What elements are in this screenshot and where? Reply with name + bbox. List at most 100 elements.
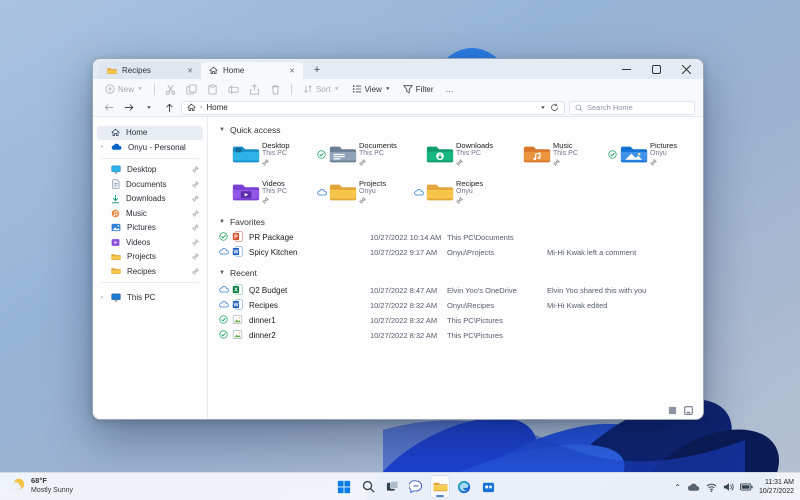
file-row-dinner2[interactable]: dinner2 10/27/2022 8:32 AM This PC\Pictu… [219,328,697,343]
folder-icon [111,253,121,260]
pin-icon [553,158,560,166]
battery-icon[interactable] [739,483,753,491]
file-row-spicy-kitchen[interactable]: W Spicy Kitchen 10/27/2022 9:17 AM Onyu\… [219,245,697,260]
sidebar-item-videos[interactable]: Videos [97,236,203,250]
weather-widget[interactable]: 68°F Mostly Sunny [10,476,73,495]
chevron-down-icon[interactable]: ▼ [219,270,225,276]
sidebar-item-recipes[interactable]: Recipes [97,265,203,279]
task-view-button[interactable] [382,475,402,498]
file-location: Onyu\Recipes [447,301,495,310]
filter-button[interactable]: Filter [399,82,438,96]
new-button[interactable]: New ▼ [101,82,147,96]
large-icons-view-icon[interactable] [684,406,693,415]
tile-location: This PC [553,150,578,158]
chevron-right-icon[interactable]: › [101,144,103,150]
tile-name: Music [553,140,573,150]
maximize-button[interactable] [641,59,671,79]
sidebar-item-label: Projects [127,252,156,262]
sidebar-item-music[interactable]: Music [97,207,203,221]
file-location: Elvin Yoo's OneDrive [447,286,517,295]
new-tab-button[interactable]: + [309,62,325,78]
quick-access-tile-desktop[interactable]: Desktop This PC [219,138,316,171]
tab-recipes[interactable]: Recipes ✕ [99,62,201,79]
view-button[interactable]: View ▼ [348,82,395,96]
close-button[interactable] [671,59,701,79]
file-location: This PC\Pictures [447,316,503,325]
quick-access-tile-downloads[interactable]: Downloads This PC [413,138,510,171]
sort-button[interactable]: Sort ▼ [299,82,344,96]
recent-locations-button[interactable]: ▼ [141,101,157,115]
onedrive-cloud-icon [111,143,122,150]
sidebar-item-label: Documents [126,179,167,189]
chevron-down-icon: ▼ [384,86,391,92]
desktop-icon [111,165,121,174]
chevron-down-icon[interactable]: ▼ [219,127,225,133]
details-view-icon[interactable] [668,406,677,415]
chevron-right-icon[interactable]: › [101,295,103,301]
file-explorer-button[interactable] [430,475,450,498]
back-button[interactable] [101,101,117,115]
quick-access-tile-recipes[interactable]: Recipes Onyu [413,176,510,209]
copy-button[interactable] [183,82,200,97]
share-button[interactable] [246,82,263,97]
edge-button[interactable] [454,475,474,498]
section-label: Favorites [229,216,265,227]
sidebar-item-documents[interactable]: Documents [97,178,203,192]
onedrive-tray-icon[interactable] [687,483,700,492]
cut-button[interactable] [162,82,179,97]
file-row-recipes[interactable]: W Recipes 10/27/2022 8:32 AM Onyu\Recipe… [219,298,697,313]
breadcrumb[interactable]: › Home ▼ [181,100,565,115]
chevron-down-icon[interactable]: ▼ [540,105,546,110]
sidebar-item-projects[interactable]: Projects [97,250,203,264]
wifi-icon[interactable] [706,483,717,492]
minimize-button[interactable] [611,59,641,79]
sidebar-item-downloads[interactable]: Downloads [97,192,203,206]
pin-icon [192,238,199,246]
refresh-icon[interactable] [550,103,559,112]
chat-button[interactable] [406,475,426,498]
quick-access-tile-projects[interactable]: Projects Onyu [316,176,413,209]
clock[interactable]: 11:31 AM 10/27/2022 [759,478,794,496]
tray-overflow-chevron-icon[interactable]: ⌃ [674,483,681,492]
paste-button[interactable] [204,82,221,97]
quick-access-tile-documents[interactable]: Documents This PC [316,138,413,171]
file-row-q2-budget[interactable]: X Q2 Budget 10/27/2022 8:47 AM Elvin Yoo… [219,283,697,298]
sidebar-item-home[interactable]: Home [97,126,203,140]
forward-button[interactable] [121,101,137,115]
filter-label: Filter [415,84,434,94]
sidebar-item-onedrive[interactable]: › Onyu - Personal [97,141,203,155]
rename-button[interactable] [225,82,242,97]
search-input[interactable]: Search Home [569,100,695,115]
chevron-down-icon[interactable]: ▼ [219,219,225,225]
quick-access-tile-music[interactable]: Music This PC [510,138,607,171]
clock-time: 11:31 AM [764,478,794,486]
filter-funnel-icon [402,85,413,94]
pin-icon [456,158,463,166]
pin-icon [262,158,269,166]
image-file-icon [232,329,249,342]
search-button[interactable] [358,475,378,498]
word-file-icon: W [232,246,249,259]
quick-access-tile-videos[interactable]: Videos This PC [219,176,316,209]
store-button[interactable] [478,475,498,498]
delete-button[interactable] [267,82,284,97]
file-explorer-window: Recipes ✕ Home ✕ + New ▼ Sort ▼ View ▼ F… [92,58,704,420]
section-favorites[interactable]: ▼ Favorites [219,215,697,228]
tab-home[interactable]: Home ✕ [201,62,303,79]
more-options-button[interactable]: … [442,83,458,96]
up-button[interactable] [161,101,177,115]
file-row-dinner1[interactable]: dinner1 10/27/2022 8:32 AM This PC\Pictu… [219,313,697,328]
section-recent[interactable]: ▼ Recent [219,266,697,279]
sidebar-item-label: Home [126,128,148,138]
start-button[interactable] [334,475,354,498]
file-row-pr-package[interactable]: P PR Package 10/27/2022 10:14 AM This PC… [219,230,697,245]
sidebar-item-pictures[interactable]: Pictures [97,221,203,235]
section-quick-access[interactable]: ▼ Quick access [219,123,697,136]
quick-access-tile-pictures[interactable]: Pictures Onyu [607,138,703,171]
tab-close-icon[interactable]: ✕ [185,66,195,76]
sidebar-item-desktop[interactable]: Desktop [97,163,203,177]
speaker-icon[interactable] [723,482,734,492]
sidebar-item-this-pc[interactable]: › This PC [97,291,203,305]
tab-close-icon[interactable]: ✕ [287,66,297,76]
breadcrumb-item-home[interactable]: Home [206,103,227,112]
